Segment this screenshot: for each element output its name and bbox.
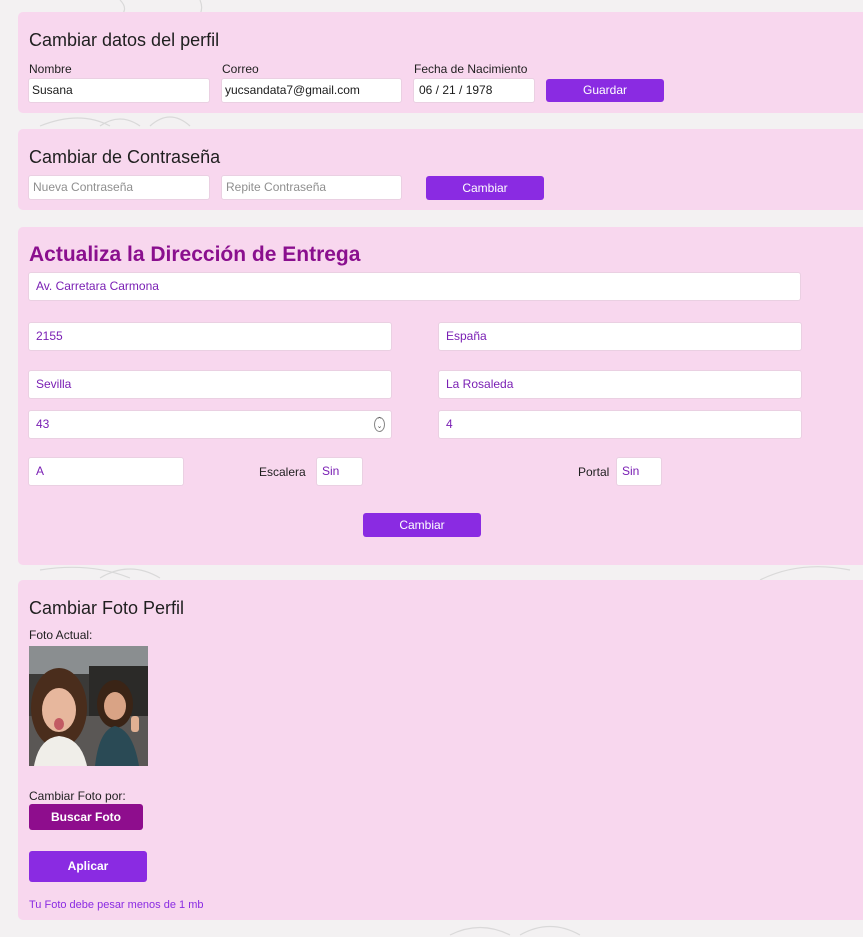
name-input[interactable]: Susana [28,78,210,103]
current-photo-label: Foto Actual: [29,628,93,642]
change-address-button[interactable]: Cambiar [363,513,481,537]
photo-size-note: Tu Foto debe pesar menos de 1 mb [29,899,204,911]
stepper-arrows-icon[interactable]: ⌃ ⌄ [374,417,385,432]
address-title: Actualiza la Dirección de Entrega [29,243,361,266]
street-input[interactable]: Av. Carretara Carmona [28,272,801,301]
change-password-button[interactable]: Cambiar [426,176,544,200]
birthdate-label: Fecha de Nacimiento [414,62,528,76]
email-label: Correo [222,62,259,76]
photo-title: Cambiar Foto Perfil [29,598,185,618]
portal-input[interactable]: Sin [616,457,662,486]
apply-button[interactable]: Aplicar [29,851,147,882]
save-button[interactable]: Guardar [546,79,664,102]
city-input[interactable]: Sevilla [28,370,392,399]
floor-number-value: 43 [36,417,50,431]
district-input[interactable]: La Rosaleda [438,370,802,399]
profile-photo [29,646,148,766]
browse-photo-button[interactable]: Buscar Foto [29,804,143,830]
floor-input[interactable]: 4 [438,410,802,439]
birthdate-input[interactable]: 06 / 21 / 1978 [413,78,535,103]
password-title: Cambiar de Contraseña [29,147,221,167]
door-input[interactable]: A [28,457,184,486]
stair-input[interactable]: Sin [316,457,363,486]
country-input[interactable]: España [438,322,802,351]
floor-number-input[interactable]: 43 ⌃ ⌄ [28,410,392,439]
name-label: Nombre [29,62,72,76]
portal-label: Portal [578,465,610,479]
profile-title: Cambiar datos del perfil [29,30,220,50]
number-input[interactable]: 2155 [28,322,392,351]
change-photo-label: Cambiar Foto por: [29,789,126,803]
email-input[interactable]: yucsandata7@gmail.com [221,78,402,103]
stair-label: Escalera [259,465,306,479]
repeat-password-input[interactable]: Repite Contraseña [221,175,402,200]
new-password-input[interactable]: Nueva Contraseña [28,175,210,200]
